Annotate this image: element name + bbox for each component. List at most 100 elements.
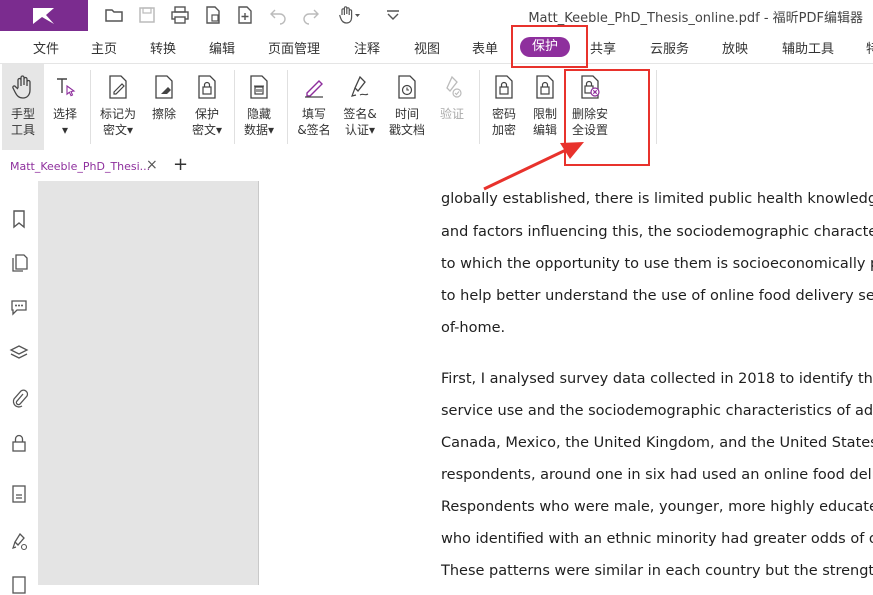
print-icon[interactable] <box>170 5 190 25</box>
menu-slideshow[interactable]: 放映 <box>722 38 748 57</box>
sign-certify-icon <box>351 75 369 97</box>
hand-tool-button[interactable]: 手型 工具 <box>2 64 44 150</box>
document-text-line: to which the opportunity to use them is … <box>441 256 873 272</box>
redo-icon[interactable] <box>301 5 321 25</box>
document-text-line: Respondents who were male, younger, more… <box>441 499 873 515</box>
fill-sign-button[interactable]: 填写 &签名 <box>292 64 336 150</box>
mark-redaction-label-2: 密文▾ <box>102 123 134 137</box>
separator <box>234 70 235 144</box>
annotation-highlight-protect-tab <box>511 25 588 68</box>
layers-icon[interactable] <box>9 343 29 363</box>
protect-redaction-label-1: 保护 <box>194 107 219 121</box>
document-properties-icon[interactable] <box>9 484 29 504</box>
mark-redaction-button[interactable]: 标记为密文▾ <box>94 64 142 150</box>
password-lock-icon <box>495 75 513 99</box>
separator <box>656 70 657 144</box>
protect-redaction-label-2: 密文▾ <box>191 123 223 137</box>
hide-data-label-1: 隐藏 <box>246 107 271 121</box>
menu-comment[interactable]: 注释 <box>354 38 380 57</box>
select-dropdown-icon: ▾ <box>61 123 69 137</box>
bookmark-icon[interactable] <box>9 209 29 229</box>
menu-cloud[interactable]: 云服务 <box>650 38 689 57</box>
hide-data-label-2: 数据▾ <box>243 123 275 137</box>
timestamp-label-1: 时间 <box>394 107 419 121</box>
separator <box>90 70 91 144</box>
foxit-logo-icon <box>33 8 54 24</box>
menu-accessibility[interactable]: 辅助工具 <box>782 38 834 57</box>
menu-page-management[interactable]: 页面管理 <box>268 38 320 57</box>
attachment-icon[interactable] <box>9 388 29 408</box>
menu-file[interactable]: 文件 <box>33 38 59 57</box>
restrict-edit-icon <box>536 75 554 99</box>
customize-dropdown-icon[interactable] <box>383 5 403 25</box>
mark-redaction-icon <box>109 75 127 99</box>
document-text-line: of-home. <box>441 320 506 336</box>
document-text-line: These patterns were similar in each coun… <box>441 563 873 579</box>
erase-button[interactable]: 擦除 <box>145 64 183 150</box>
add-tab-icon[interactable]: + <box>173 154 188 175</box>
fill-sign-label-1: 填写 <box>301 107 326 121</box>
timestamp-label-2: 戳文档 <box>388 123 425 137</box>
document-text-line: First, I analysed survey data collected … <box>441 371 873 387</box>
security-lock-icon[interactable] <box>9 433 29 453</box>
save-icon[interactable] <box>137 5 157 25</box>
menu-bar: 文件 主页 转换 编辑 页面管理 注释 视图 表单 保护 共享 云服务 放映 辅… <box>0 31 873 64</box>
document-text-line: service use and the sociodemographic cha… <box>441 403 873 419</box>
hide-data-button[interactable]: 隐藏数据▾ <box>238 64 280 150</box>
pages-icon[interactable] <box>9 253 29 273</box>
document-tab[interactable]: Matt_Keeble_PhD_Thesi... × <box>0 154 162 183</box>
verify-icon <box>446 75 462 98</box>
erase-label: 擦除 <box>151 107 176 121</box>
document-text-line: Canada, Mexico, the United Kingdom, and … <box>441 435 873 451</box>
hand-icon <box>12 75 31 99</box>
menu-share[interactable]: 共享 <box>590 38 616 57</box>
sign-certify-label-1: 签名& <box>343 107 377 121</box>
menu-view[interactable]: 视图 <box>414 38 440 57</box>
sign-certify-button[interactable]: 签名& 认证▾ <box>338 64 382 150</box>
menu-more[interactable]: 特 <box>866 38 873 57</box>
menu-form[interactable]: 表单 <box>472 38 498 57</box>
title-bar: Matt_Keeble_PhD_Thesis_online.pdf - 福昕PD… <box>0 0 873 31</box>
fill-sign-label-2: &签名 <box>297 123 331 137</box>
hide-data-icon <box>250 75 268 99</box>
eraser-icon <box>155 75 173 99</box>
annotation-arrow-icon <box>483 142 584 191</box>
hand-tool-label-2: 工具 <box>10 123 35 137</box>
undo-icon[interactable] <box>268 5 288 25</box>
open-folder-icon[interactable] <box>104 5 124 25</box>
menu-edit[interactable]: 编辑 <box>209 38 235 57</box>
close-tab-icon[interactable]: × <box>146 157 158 173</box>
window-title: Matt_Keeble_PhD_Thesis_online.pdf - 福昕PD… <box>528 11 863 26</box>
select-label: 选择 <box>52 107 77 121</box>
menu-home[interactable]: 主页 <box>91 38 117 57</box>
document-text-line: to help better understand the use of onl… <box>441 288 873 304</box>
protect-redaction-button[interactable]: 保护密文▾ <box>186 64 228 150</box>
timestamp-button[interactable]: 时间 戳文档 <box>384 64 430 150</box>
ribbon-toolbar: 手型工具 选择 ▾ 标记为密文▾ 擦除 保护密文▾ 隐藏数据▾ 填写 &签名 签名&… <box>0 64 873 151</box>
verify-button[interactable]: 验证 <box>432 64 472 150</box>
document-page: globally established, there is limited p… <box>258 181 873 585</box>
select-text-icon <box>57 78 76 97</box>
document-text-line: who identified with an ethnic minority h… <box>441 531 873 547</box>
menu-convert[interactable]: 转换 <box>150 38 176 57</box>
navigation-panel <box>38 181 258 585</box>
hand-tool-dropdown-icon[interactable] <box>336 5 362 25</box>
app-logo <box>0 0 88 31</box>
select-button[interactable]: 选择 ▾ <box>46 64 84 150</box>
signature-panel-icon[interactable] <box>9 531 29 551</box>
verify-label: 验证 <box>439 107 464 121</box>
create-icon[interactable] <box>235 5 255 25</box>
more-panel-icon[interactable] <box>9 575 29 595</box>
mark-redaction-label-1: 标记为 <box>99 107 136 121</box>
left-sidebar <box>0 181 39 594</box>
document-text-line: and factors influencing this, the sociod… <box>441 224 873 240</box>
hand-tool-label-1: 手型 <box>10 107 35 121</box>
comments-icon[interactable] <box>9 297 29 317</box>
separator <box>479 70 480 144</box>
new-doc-icon[interactable] <box>203 5 223 25</box>
protect-redaction-icon <box>198 75 216 99</box>
timestamp-clock-icon <box>398 75 416 99</box>
document-tab-bar: Matt_Keeble_PhD_Thesi... × + <box>0 150 873 183</box>
document-tab-title: Matt_Keeble_PhD_Thesi... <box>10 160 151 173</box>
restrict-edit-label-1: 限制 <box>532 107 557 121</box>
